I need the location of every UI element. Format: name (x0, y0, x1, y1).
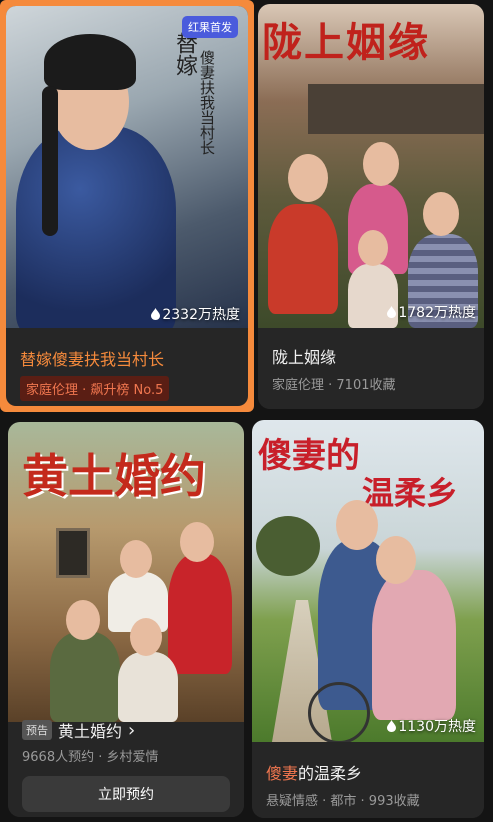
drama-title[interactable]: 傻妻的温柔乡 (266, 760, 474, 784)
drama-card-3[interactable]: 黄土婚约 预告 黄土婚约 › 9668人预约 · 乡村爱情 立即预约 (8, 422, 244, 817)
drama-meta: 家庭伦理 · 7101收藏 (272, 378, 396, 393)
poster-roof (308, 84, 484, 134)
rank-tag: 家庭伦理 · 飙升榜 No.5 (20, 376, 170, 401)
drama-title[interactable]: 陇上姻缘 (272, 344, 474, 368)
poster-figure-woman (372, 570, 456, 720)
reserve-button[interactable]: 立即预约 (22, 776, 230, 812)
poster-image-3: 黄土婚约 (8, 422, 244, 722)
drama-card-2[interactable]: 陇上姻缘 1782万热度 陇上姻缘 家庭伦理 · 7101收藏 (258, 4, 484, 409)
poster-title-b: 温柔乡 (362, 474, 459, 512)
heat-value: 1130万热度 (398, 719, 476, 735)
poster-face-man (336, 500, 378, 550)
heat-value: 1782万热度 (398, 305, 476, 321)
heat-count: 1130万热度 (387, 716, 476, 736)
flame-drop-icon (387, 306, 397, 318)
poster-face-woman (363, 142, 399, 186)
poster-hair (44, 34, 136, 90)
poster-tree (256, 516, 320, 576)
heat-count: 1782万热度 (387, 302, 476, 322)
drama-meta: 9668人预约 · 乡村爱情 (22, 750, 159, 765)
drama-card-4-inner: 傻妻的 温柔乡 1130万热度 傻妻的温柔乡 悬疑情感 · 都市 · 993收藏 (252, 420, 484, 818)
poster-text-a: 替嫁 (172, 32, 197, 76)
drama-card-1-inner: 替嫁 傻妻扶我当村长 红果首发 2332万热度 替嫁傻妻扶我当村长 家庭伦理 ·… (6, 6, 248, 406)
poster-figure-man (268, 204, 338, 314)
poster-figure-2 (168, 554, 232, 674)
poster-figure-4 (118, 652, 178, 722)
chevron-right-icon: › (128, 719, 136, 741)
poster-text-b: 傻妻扶我当村长 (198, 50, 216, 155)
drama-title: 黄土婚约 (58, 722, 123, 741)
drama-card-4[interactable]: 傻妻的 温柔乡 1130万热度 傻妻的温柔乡 悬疑情感 · 都市 · 993收藏 (252, 420, 484, 818)
drama-card-2-inner: 陇上姻缘 1782万热度 陇上姻缘 家庭伦理 · 7101收藏 (258, 4, 484, 409)
poster-window (56, 528, 90, 578)
poster-face-man (288, 154, 328, 202)
title-rest: 的温柔乡 (298, 764, 363, 783)
poster-title: 陇上姻缘 (262, 19, 430, 66)
premiere-badge: 红果首发 (182, 16, 238, 38)
poster-image-2: 陇上姻缘 1782万热度 (258, 4, 484, 328)
poster-face-woman (376, 536, 416, 584)
title-highlight: 傻妻 (266, 764, 299, 783)
poster-face-girl (358, 230, 388, 266)
heat-count: 2332万热度 (151, 304, 240, 324)
poster-title-a: 傻妻的 (258, 436, 360, 476)
drama-card-3-inner: 黄土婚约 预告 黄土婚约 › 9668人预约 · 乡村爱情 立即预约 (8, 422, 244, 817)
flame-drop-icon (387, 720, 397, 732)
poster-face-4 (130, 618, 162, 656)
poster-figure-3 (50, 632, 120, 722)
poster-figure (16, 126, 176, 328)
flame-drop-icon (151, 308, 161, 320)
heat-value: 2332万热度 (162, 307, 240, 323)
drama-title-row[interactable]: 预告 黄土婚约 › (22, 718, 234, 742)
poster-title: 黄土婚约 (22, 449, 206, 503)
poster-braid (42, 86, 58, 236)
poster-bicycle (308, 682, 370, 742)
drama-card-1[interactable]: 替嫁 傻妻扶我当村长 红果首发 2332万热度 替嫁傻妻扶我当村长 家庭伦理 ·… (0, 0, 254, 412)
poster-face-1 (120, 540, 152, 578)
poster-face-3 (66, 600, 100, 640)
poster-image-1: 替嫁 傻妻扶我当村长 红果首发 2332万热度 (6, 6, 248, 328)
poster-face-boy (423, 192, 459, 236)
poster-face-2 (180, 522, 214, 562)
trailer-tag: 预告 (22, 720, 52, 740)
drama-title[interactable]: 替嫁傻妻扶我当村长 (20, 346, 238, 370)
drama-meta: 悬疑情感 · 都市 · 993收藏 (266, 794, 420, 809)
poster-image-4: 傻妻的 温柔乡 1130万热度 (252, 420, 484, 742)
